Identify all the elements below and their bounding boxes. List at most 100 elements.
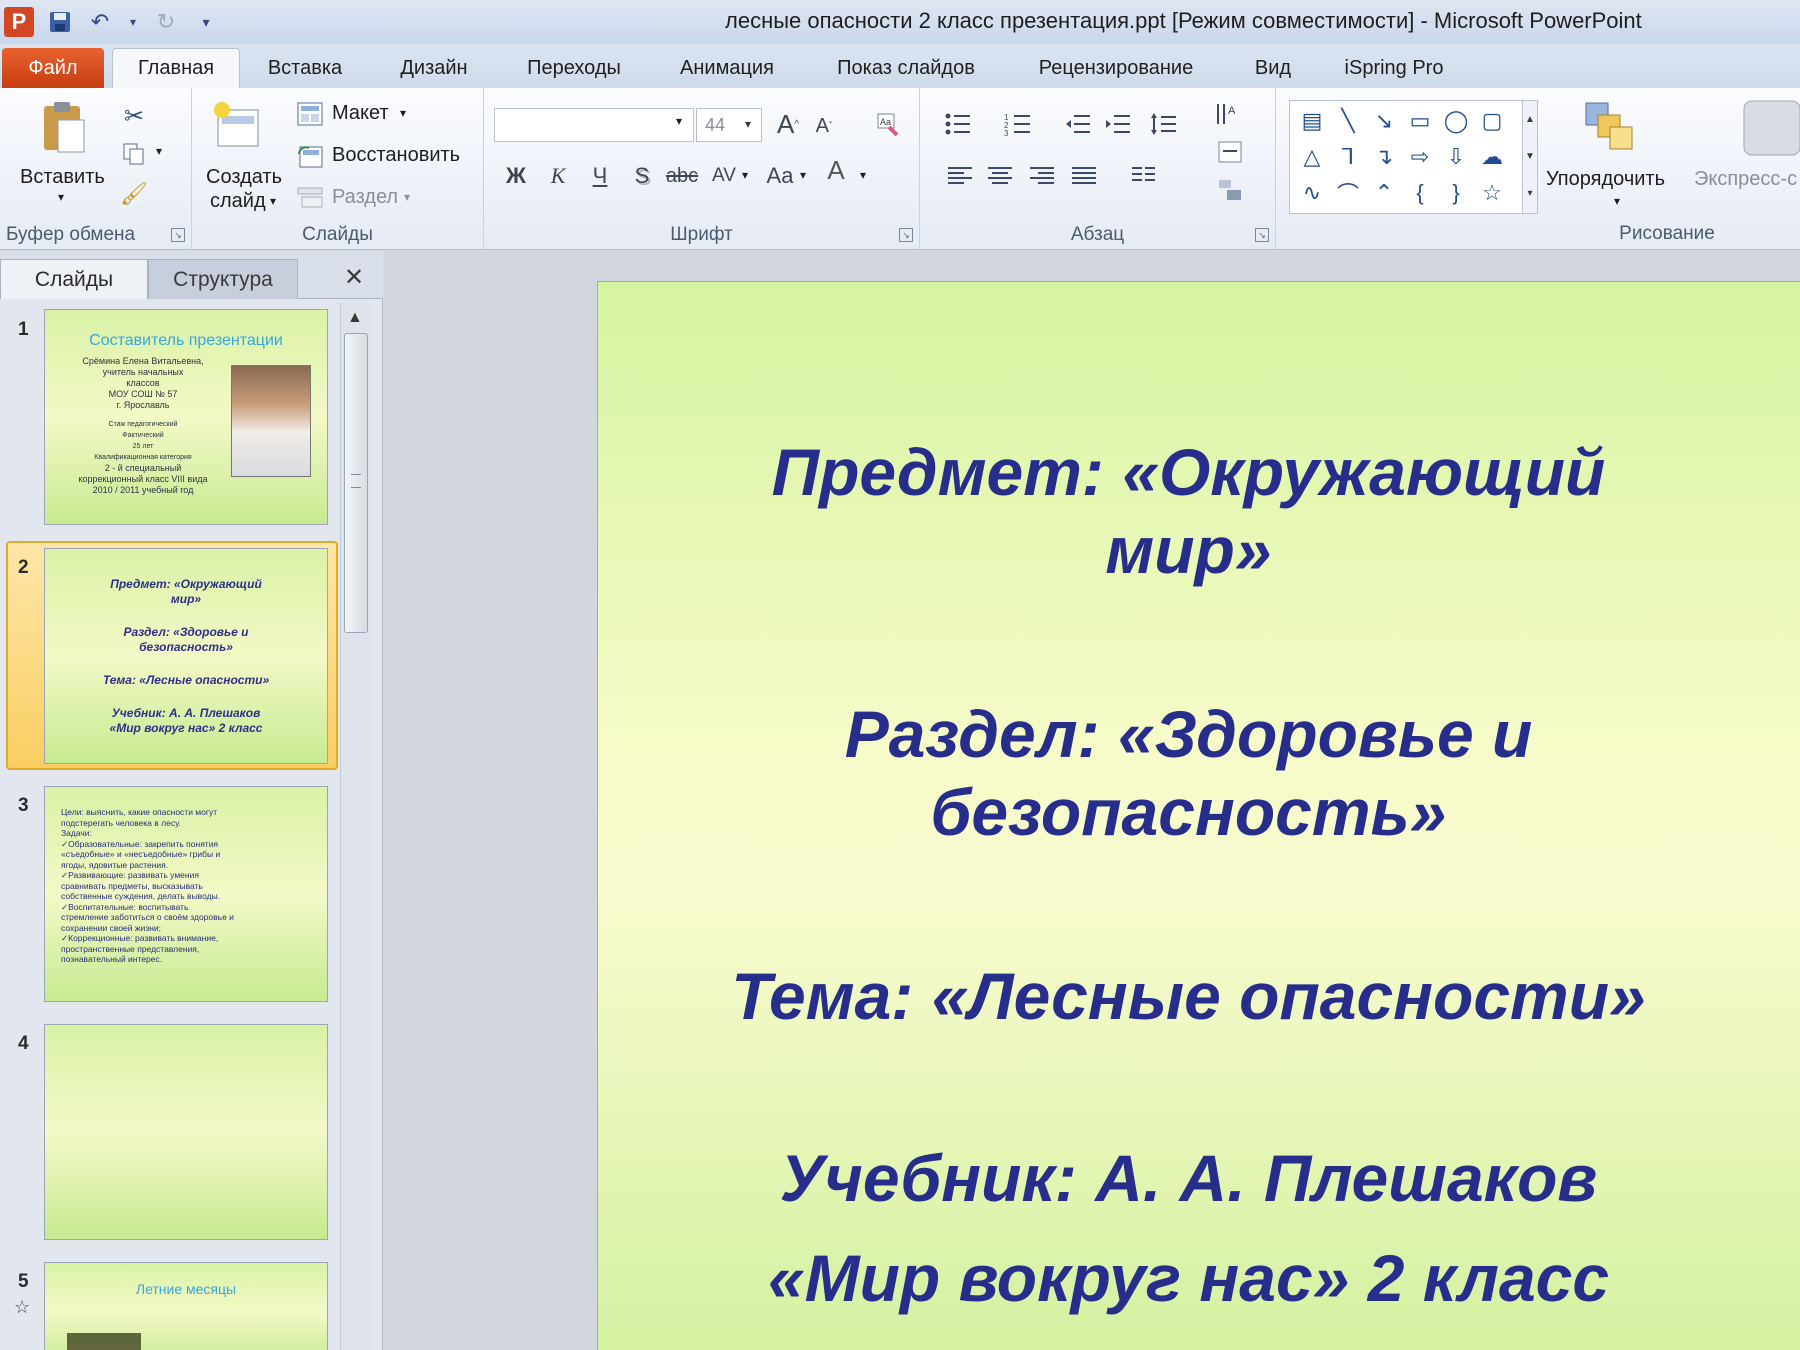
grow-font-icon[interactable]: A ^ bbox=[770, 106, 806, 142]
copy-dropdown-icon[interactable]: ▾ bbox=[156, 144, 162, 158]
elbow-connector-icon[interactable]: ⅂ bbox=[1330, 139, 1366, 175]
align-right-icon[interactable] bbox=[1024, 158, 1060, 194]
bullets-icon[interactable] bbox=[940, 106, 976, 142]
undo-icon[interactable]: ↶ bbox=[86, 8, 114, 36]
left-brace-shape-icon[interactable]: { bbox=[1402, 175, 1438, 211]
font-color-dropdown-icon[interactable]: ▾ bbox=[860, 168, 866, 182]
font-size-dropdown-icon[interactable]: ▾ bbox=[745, 117, 751, 131]
tab-slideshow[interactable]: Показ слайдов bbox=[820, 48, 992, 88]
slide-thumbnail-1[interactable]: Составитель презентации Срёмина Елена Ви… bbox=[44, 309, 328, 525]
new-slide-button-line1[interactable]: Создать bbox=[206, 166, 282, 189]
rounded-rect-shape-icon[interactable]: ▢ bbox=[1474, 103, 1510, 139]
quick-styles-button[interactable]: Экспресс-с bbox=[1694, 168, 1797, 191]
tab-view[interactable]: Вид bbox=[1240, 48, 1306, 88]
rectangle-shape-icon[interactable]: ▭ bbox=[1402, 103, 1438, 139]
clipboard-launcher-icon[interactable]: ↘ bbox=[171, 228, 185, 242]
powerpoint-logo-icon[interactable]: P bbox=[4, 7, 34, 37]
section-dropdown-icon[interactable]: ▾ bbox=[404, 190, 410, 204]
reset-button[interactable]: Восстановить bbox=[332, 144, 460, 167]
save-icon[interactable] bbox=[46, 8, 74, 36]
elbow-arrow-connector-icon[interactable]: ↴ bbox=[1366, 139, 1402, 175]
reset-icon[interactable] bbox=[296, 142, 324, 170]
italic-button[interactable]: К bbox=[540, 158, 576, 194]
slide-thumbnail-3[interactable]: Цели: выяснить, какие опасности могут по… bbox=[44, 786, 328, 1002]
shrink-font-icon[interactable]: Aˇ bbox=[806, 108, 842, 144]
paste-button[interactable]: Вставить bbox=[20, 166, 105, 189]
font-color-button[interactable]: A bbox=[818, 152, 854, 188]
align-text-icon[interactable] bbox=[1212, 134, 1248, 170]
slide-thumbnail-5[interactable]: Летние месяцы bbox=[44, 1262, 328, 1350]
arrange-button[interactable]: Упорядочить bbox=[1546, 168, 1665, 191]
slide-thumbnail-2[interactable]: Предмет: «Окружающий мир» Раздел: «Здоро… bbox=[44, 548, 328, 764]
arrow-line-shape-icon[interactable]: ↘ bbox=[1366, 103, 1402, 139]
paste-icon[interactable] bbox=[40, 100, 88, 156]
slide-topic-line[interactable]: Тема: «Лесные опасности» bbox=[598, 958, 1779, 1034]
redo-icon[interactable]: ↻ bbox=[152, 8, 180, 36]
right-arrow-shape-icon[interactable]: ⇨ bbox=[1402, 139, 1438, 175]
down-arrow-shape-icon[interactable]: ⇩ bbox=[1438, 139, 1474, 175]
char-spacing-button[interactable]: AV bbox=[706, 158, 742, 194]
arc-shape-icon[interactable]: ⌒ bbox=[1330, 175, 1366, 211]
shapes-gallery-scroll[interactable]: ▲ ▼ ▾ bbox=[1522, 100, 1538, 214]
slide-section-line1[interactable]: Раздел: «Здоровье и bbox=[598, 696, 1779, 772]
layout-dropdown-icon[interactable]: ▾ bbox=[400, 106, 406, 120]
cloud-shape-icon[interactable]: ☁ bbox=[1474, 139, 1510, 175]
cut-icon[interactable]: ✂ bbox=[120, 102, 148, 130]
quick-styles-icon[interactable] bbox=[1740, 98, 1800, 158]
format-painter-icon[interactable]: 🖌 bbox=[120, 180, 148, 208]
smartart-icon[interactable] bbox=[1212, 172, 1248, 208]
close-pane-icon[interactable]: ✕ bbox=[340, 263, 368, 291]
font-launcher-icon[interactable]: ↘ bbox=[899, 228, 913, 242]
paragraph-launcher-icon[interactable]: ↘ bbox=[1255, 228, 1269, 242]
curve-shape-icon[interactable]: ⌃ bbox=[1366, 175, 1402, 211]
align-left-icon[interactable] bbox=[942, 158, 978, 194]
layout-button[interactable]: Макет bbox=[332, 102, 389, 125]
increase-indent-icon[interactable] bbox=[1100, 106, 1136, 142]
font-size-combo[interactable]: 44 ▾ bbox=[696, 108, 762, 142]
pane-scrollbar[interactable]: ▲ bbox=[340, 303, 370, 1350]
slide-subject-line2[interactable]: мир» bbox=[598, 512, 1779, 588]
strikethrough-button[interactable]: abc bbox=[664, 158, 700, 194]
font-name-dropdown-icon[interactable]: ▾ bbox=[676, 114, 682, 128]
oval-shape-icon[interactable]: ◯ bbox=[1438, 103, 1474, 139]
slide-thumbnail-4[interactable] bbox=[44, 1024, 328, 1240]
tab-design[interactable]: Дизайн bbox=[376, 48, 492, 88]
shapes-gallery[interactable]: ▤ ╲ ↘ ▭ ◯ ▢ △ ⅂ ↴ ⇨ ⇩ ☁ ∿ ⌒ ⌃ { } ☆ bbox=[1289, 100, 1531, 214]
text-box-shape-icon[interactable]: ▤ bbox=[1294, 103, 1330, 139]
tab-file[interactable]: Файл bbox=[2, 48, 104, 88]
shadow-button[interactable]: S bbox=[624, 158, 660, 194]
tab-outline[interactable]: Структура bbox=[148, 259, 298, 299]
paste-dropdown-icon[interactable]: ▾ bbox=[58, 190, 64, 204]
line-shape-icon[interactable]: ╲ bbox=[1330, 103, 1366, 139]
char-spacing-dropdown-icon[interactable]: ▾ bbox=[742, 168, 748, 182]
slide-textbook-line2[interactable]: «Мир вокруг нас» 2 класс bbox=[598, 1240, 1779, 1316]
change-case-dropdown-icon[interactable]: ▾ bbox=[800, 168, 806, 182]
section-icon[interactable] bbox=[296, 184, 324, 212]
bold-button[interactable]: Ж bbox=[498, 158, 534, 194]
slide-section-line2[interactable]: безопасность» bbox=[598, 774, 1779, 850]
underline-button[interactable]: Ч bbox=[582, 158, 618, 194]
decrease-indent-icon[interactable] bbox=[1060, 106, 1096, 142]
tab-review[interactable]: Рецензирование bbox=[1024, 48, 1208, 88]
tab-animation[interactable]: Анимация bbox=[660, 48, 794, 88]
star-shape-icon[interactable]: ☆ bbox=[1474, 175, 1510, 211]
clear-formatting-icon[interactable]: Aa bbox=[870, 106, 906, 142]
align-center-icon[interactable] bbox=[982, 158, 1018, 194]
freeform-shape-icon[interactable]: ∿ bbox=[1294, 175, 1330, 211]
new-slide-icon[interactable] bbox=[212, 100, 262, 152]
justify-icon[interactable] bbox=[1066, 158, 1102, 194]
current-slide[interactable]: Предмет: «Окружающий мир» Раздел: «Здоро… bbox=[597, 281, 1800, 1350]
undo-dropdown-icon[interactable]: ▾ bbox=[126, 8, 140, 36]
slide-subject-line1[interactable]: Предмет: «Окружающий bbox=[598, 434, 1779, 510]
scroll-up-icon[interactable]: ▲ bbox=[347, 309, 363, 327]
copy-icon[interactable] bbox=[120, 140, 148, 168]
arrange-dropdown-icon[interactable]: ▾ bbox=[1614, 194, 1620, 208]
text-direction-icon[interactable]: A bbox=[1210, 96, 1246, 132]
new-slide-button-line2[interactable]: слайд bbox=[210, 190, 266, 213]
font-name-combo[interactable] bbox=[494, 108, 694, 142]
slide-textbook-line1[interactable]: Учебник: А. А. Плешаков bbox=[598, 1140, 1779, 1216]
numbering-icon[interactable]: 123 bbox=[1000, 106, 1036, 142]
tab-home[interactable]: Главная bbox=[112, 48, 240, 88]
layout-icon[interactable] bbox=[296, 100, 324, 128]
right-brace-shape-icon[interactable]: } bbox=[1438, 175, 1474, 211]
